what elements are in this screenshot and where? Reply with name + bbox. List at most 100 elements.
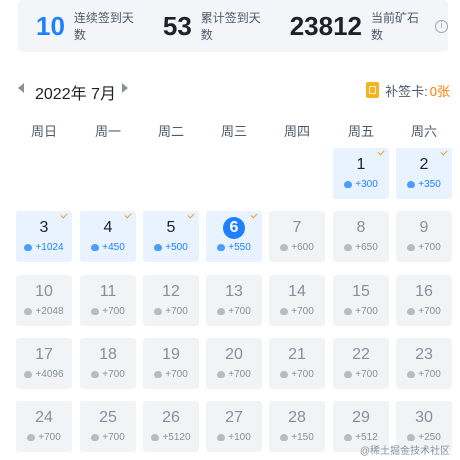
day-number: 1 [356,156,366,173]
ore-icon [280,371,289,378]
reward-amount: +700 [355,369,378,380]
calendar-day[interactable]: 5 +500 [143,211,199,262]
calendar-day[interactable]: 24 +700 [16,401,72,452]
day-number: 20 [225,346,243,363]
reward-amount: +2048 [35,306,64,317]
day-number: 16 [415,283,433,300]
ore-icon [344,308,353,315]
calendar-day[interactable]: 16 +700 [396,275,452,326]
ore-icon [91,308,100,315]
reward-amount: +5120 [162,432,191,443]
day-reward: +4096 [16,369,72,380]
reward-amount: +700 [102,432,125,443]
reward-amount: +700 [418,369,441,380]
day-reward: +1024 [16,242,72,253]
reward-amount: +700 [102,306,125,317]
calendar-day-today[interactable]: 6 +550 [206,211,262,262]
day-reward: +700 [80,369,136,380]
calendar-day[interactable]: 3 +1024 [16,211,72,262]
signed-check-icon [124,211,132,219]
reward-amount: +700 [355,306,378,317]
calendar-day[interactable]: 14 +700 [269,275,325,326]
day-number: 29 [352,409,370,426]
calendar-day[interactable]: 19 +700 [143,338,199,389]
day-reward: +700 [16,432,72,443]
reward-amount: +500 [165,242,188,253]
day-number: 4 [103,219,113,236]
calendar-day[interactable]: 4 +450 [80,211,136,262]
calendar-day[interactable]: 1 +300 [333,148,389,199]
calendar-day[interactable]: 8 +650 [333,211,389,262]
day-number: 22 [352,346,370,363]
ore-icon [344,181,353,188]
day-number: 6 [229,219,239,236]
calendar-day[interactable]: 23 +700 [396,338,452,389]
calendar-day[interactable]: 9 +700 [396,211,452,262]
reward-amount: +700 [38,432,61,443]
calendar-day[interactable]: 22 +700 [333,338,389,389]
reward-amount: +700 [418,306,441,317]
calendar-day[interactable]: 21 +700 [269,338,325,389]
day-number: 14 [288,283,306,300]
day-reward: +700 [143,369,199,380]
reward-amount: +300 [355,179,378,190]
day-number: 10 [35,283,53,300]
calendar-day[interactable]: 28 +150 [269,401,325,452]
ore-icon [280,308,289,315]
ore-icon [217,244,226,251]
reward-amount: +700 [418,242,441,253]
ore-icon [217,308,226,315]
day-reward: +700 [80,306,136,317]
day-number: 21 [288,346,306,363]
reward-amount: +100 [228,432,251,443]
day-number: 12 [162,283,180,300]
calendar-day[interactable]: 2 +350 [396,148,452,199]
day-reward: +700 [396,369,452,380]
day-number: 9 [419,219,429,236]
day-number: 18 [99,346,117,363]
day-reward: +550 [206,242,262,253]
day-reward: +700 [269,369,325,380]
calendar-day[interactable]: 7 +600 [269,211,325,262]
day-reward: +300 [333,179,389,190]
calendar-day[interactable]: 27 +100 [206,401,262,452]
day-number: 19 [162,346,180,363]
day-number: 23 [415,346,433,363]
day-reward: +700 [333,369,389,380]
calendar-day[interactable]: 25 +700 [80,401,136,452]
day-number: 30 [415,409,433,426]
calendar-day[interactable]: 26 +5120 [143,401,199,452]
ore-icon [344,434,353,441]
ore-icon [407,181,416,188]
calendar-day[interactable]: 13 +700 [206,275,262,326]
reward-amount: +650 [355,242,378,253]
ore-icon [91,244,100,251]
calendar-grid: 1 +300 2 +350 3 +1024 4 +450 5 +500 6 +550 7 +600 8 +65… [0,0,460,460]
calendar-day[interactable]: 15 +700 [333,275,389,326]
day-reward: +150 [269,432,325,443]
ore-icon [24,371,33,378]
day-reward: +700 [333,306,389,317]
day-number: 17 [35,346,53,363]
day-number: 2 [419,156,429,173]
calendar-day[interactable]: 17 +4096 [16,338,72,389]
calendar-day[interactable]: 12 +700 [143,275,199,326]
signed-check-icon [187,211,195,219]
day-reward: +350 [396,179,452,190]
reward-amount: +700 [102,369,125,380]
calendar-day[interactable]: 20 +700 [206,338,262,389]
reward-amount: +150 [291,432,314,443]
ore-icon [154,244,163,251]
ore-icon [217,434,226,441]
calendar-day[interactable]: 10 +2048 [16,275,72,326]
reward-amount: +700 [291,369,314,380]
signed-check-icon [440,148,448,156]
day-reward: +650 [333,242,389,253]
reward-amount: +4096 [35,369,64,380]
day-number: 24 [35,409,53,426]
day-reward: +700 [396,242,452,253]
reward-amount: +700 [228,306,251,317]
calendar-day[interactable]: 18 +700 [80,338,136,389]
calendar-day[interactable]: 11 +700 [80,275,136,326]
day-reward: +700 [206,369,262,380]
